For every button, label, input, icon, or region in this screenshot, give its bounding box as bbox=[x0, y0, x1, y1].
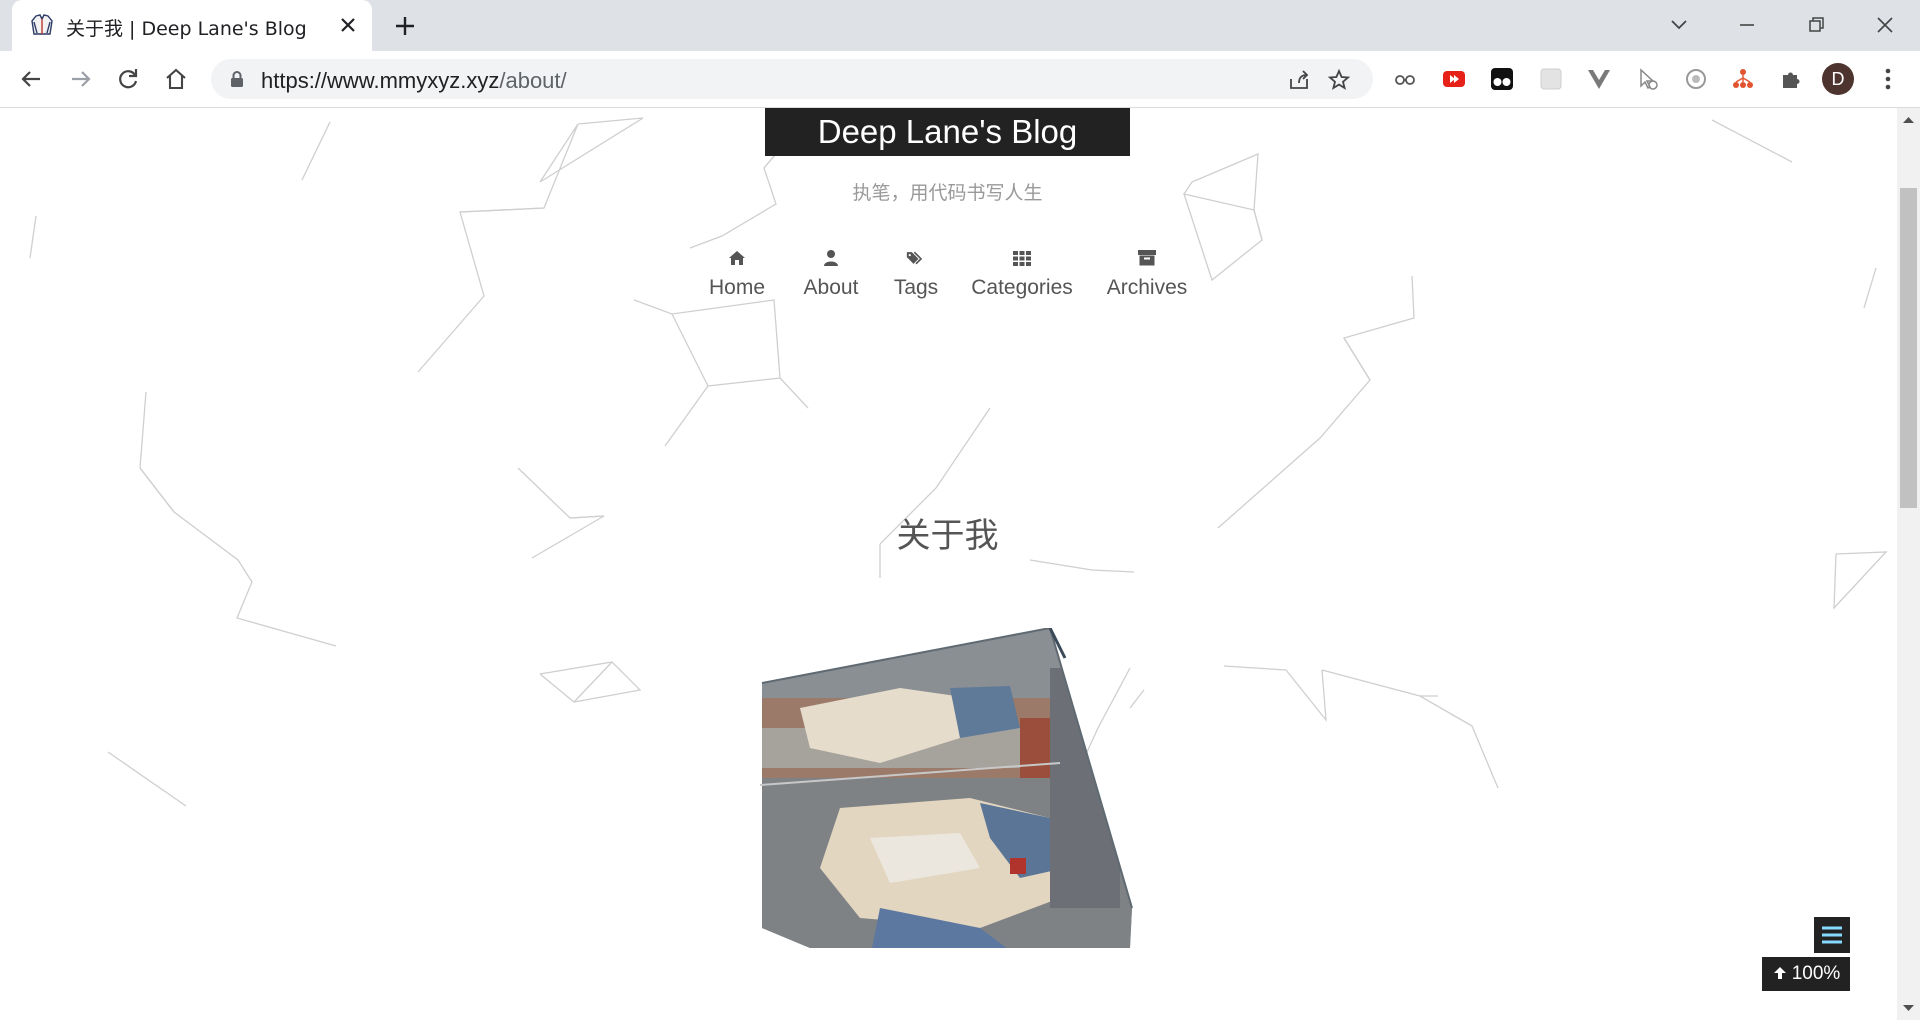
grey-square-extension-icon[interactable] bbox=[1538, 66, 1564, 92]
url-host: https://www.mmyxyz.xyz bbox=[261, 68, 500, 93]
forward-arrow-icon[interactable] bbox=[66, 65, 94, 93]
home-icon bbox=[729, 251, 745, 265]
circle-extension-icon[interactable] bbox=[1683, 66, 1709, 92]
sidebar-toggle-button[interactable] bbox=[1814, 917, 1850, 953]
site-brand-title[interactable]: Deep Lane's Blog bbox=[765, 108, 1130, 156]
tab-strip: 关于我 | Deep Lane's Blog bbox=[0, 0, 1920, 51]
share-icon[interactable] bbox=[1287, 68, 1311, 92]
menu-label-home: Home bbox=[708, 276, 766, 299]
restore-icon[interactable] bbox=[1801, 10, 1831, 40]
page-viewport: Deep Lane's Blog 执笔，用代码书写人生 Home About T… bbox=[0, 108, 1897, 1020]
glasses-extension-icon[interactable] bbox=[1392, 66, 1418, 92]
minimize-icon[interactable] bbox=[1732, 10, 1762, 40]
menu-label-tags: Tags bbox=[893, 276, 939, 299]
menu-label-about: About bbox=[803, 276, 859, 299]
menu-item-archives[interactable]: Archives bbox=[1098, 248, 1196, 300]
tab-active[interactable]: 关于我 | Deep Lane's Blog bbox=[12, 0, 372, 51]
scroll-down-arrow-icon[interactable] bbox=[1901, 1002, 1916, 1014]
profile-avatar[interactable]: D bbox=[1822, 63, 1854, 95]
menu-item-home[interactable]: Home bbox=[700, 248, 774, 300]
address-bar[interactable]: https://www.mmyxyz.xyz/about/ bbox=[211, 59, 1373, 99]
browser-toolbar: https://www.mmyxyz.xyz/about/ D bbox=[0, 51, 1920, 108]
site-subtitle: 执笔，用代码书写人生 bbox=[852, 182, 1043, 204]
new-tab-icon[interactable] bbox=[392, 13, 418, 39]
back-to-top-button[interactable]: 100% bbox=[1762, 957, 1850, 991]
back-arrow-icon[interactable] bbox=[18, 65, 46, 93]
home-browser-icon[interactable] bbox=[162, 65, 190, 93]
vue-devtools-icon[interactable] bbox=[1586, 66, 1612, 92]
grid-icon bbox=[1013, 251, 1031, 266]
bookmark-star-icon[interactable] bbox=[1327, 68, 1351, 92]
menu-item-about[interactable]: About bbox=[794, 248, 868, 300]
menu-item-categories[interactable]: Categories bbox=[966, 248, 1078, 300]
menu-label-categories: Categories bbox=[971, 276, 1073, 299]
menu-label-archives: Archives bbox=[1106, 276, 1188, 299]
archive-icon bbox=[1138, 250, 1156, 266]
window-close-icon[interactable] bbox=[1870, 10, 1900, 40]
tab-search-chevron-icon[interactable] bbox=[1664, 10, 1694, 40]
user-icon bbox=[824, 250, 838, 266]
network-extension-icon[interactable] bbox=[1730, 66, 1756, 92]
video-extension-icon[interactable] bbox=[1441, 66, 1467, 92]
tab-title: 关于我 | Deep Lane's Blog bbox=[66, 18, 307, 40]
lock-icon[interactable] bbox=[228, 70, 246, 88]
page-scrollbar[interactable] bbox=[1897, 108, 1920, 1020]
url-path: /about/ bbox=[499, 68, 567, 93]
scroll-up-arrow-icon[interactable] bbox=[1901, 114, 1916, 126]
url-text[interactable]: https://www.mmyxyz.xyz/about/ bbox=[261, 68, 567, 94]
close-tab-icon[interactable] bbox=[336, 13, 360, 37]
arrow-up-icon bbox=[1773, 967, 1786, 979]
scrollbar-thumb[interactable] bbox=[1900, 188, 1917, 508]
post-title: 关于我 bbox=[896, 516, 999, 556]
scroll-percent: 100% bbox=[1791, 963, 1841, 984]
reload-icon[interactable] bbox=[114, 65, 142, 93]
hamburger-menu-icon bbox=[1822, 926, 1842, 944]
cursor-extension-icon[interactable] bbox=[1635, 66, 1661, 92]
more-menu-icon[interactable] bbox=[1876, 65, 1900, 93]
profile-photo-cube bbox=[759, 628, 1133, 948]
menu-item-tags[interactable]: Tags bbox=[886, 248, 946, 300]
puzzle-extensions-icon[interactable] bbox=[1778, 66, 1804, 92]
tampermonkey-icon[interactable] bbox=[1489, 66, 1515, 92]
tags-icon bbox=[906, 251, 923, 265]
jacket-favicon-icon bbox=[31, 14, 53, 35]
